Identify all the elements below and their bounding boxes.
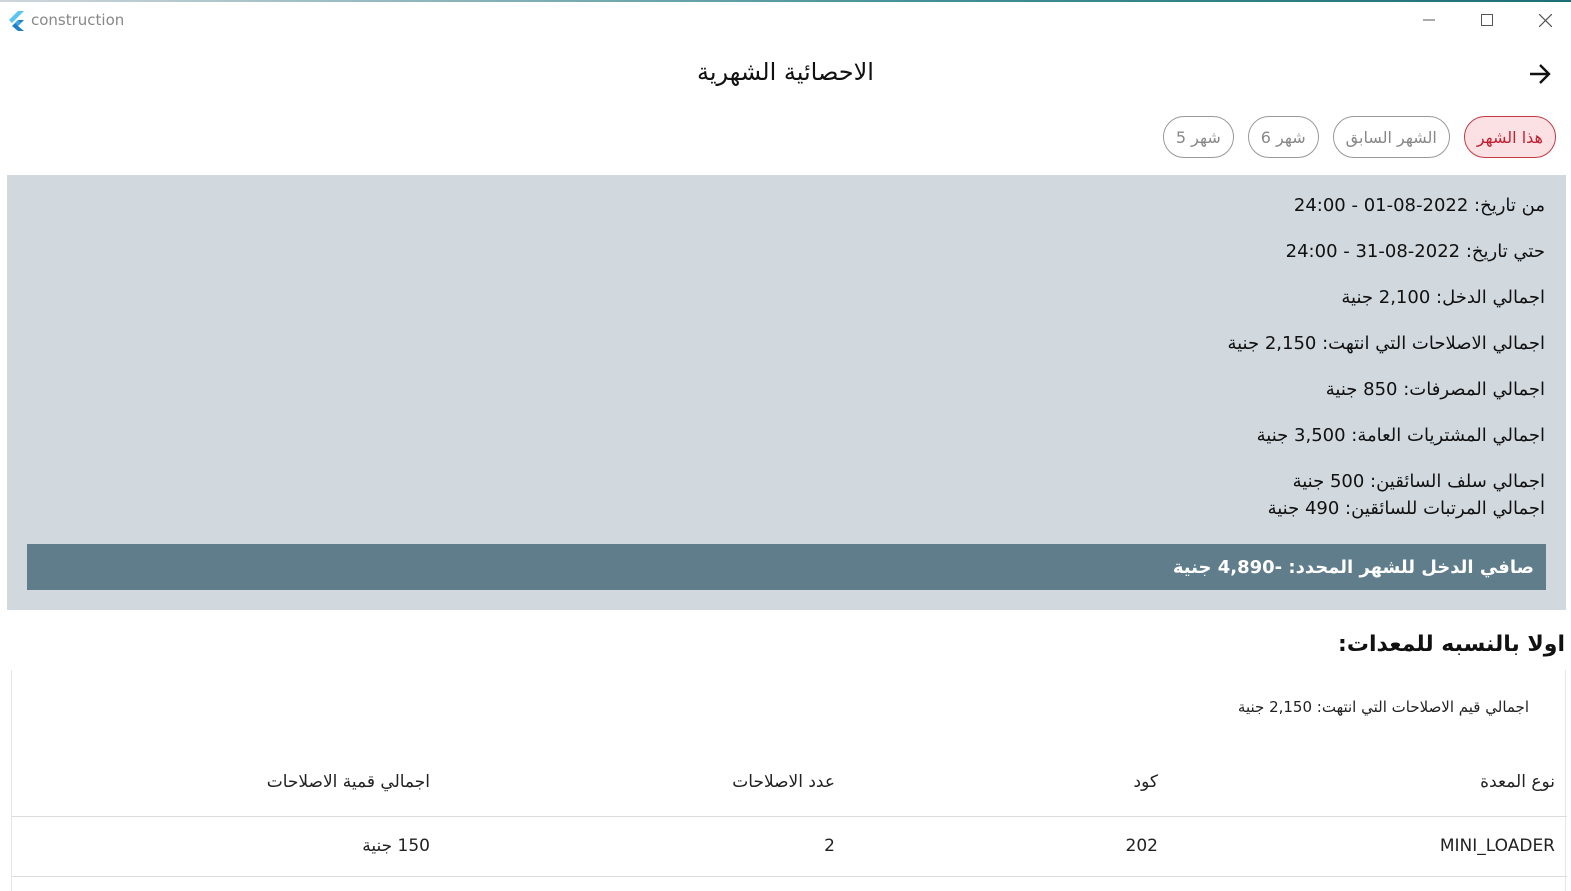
column-header-repairs-count: عدد الاصلاحات: [732, 772, 835, 792]
arrow-right-icon: [1530, 64, 1551, 84]
cell-repairs-count: 2: [824, 836, 835, 856]
close-icon: [1538, 13, 1552, 27]
net-income-text: صافي الدخل للشهر المحدد: -4,890 جنية: [1172, 556, 1534, 578]
cell-repairs-total: 150 جنية: [362, 836, 430, 856]
minimize-icon: [1423, 19, 1435, 21]
close-button[interactable]: [1516, 2, 1571, 38]
column-header-repairs-total: اجمالي قمية الاصلاحات: [266, 772, 430, 792]
period-filter-chips: هذا الشهر الشهر السابق شهر 6 شهر 5: [1162, 116, 1556, 158]
column-header-equipment-type: نوع المعدة: [1480, 772, 1555, 792]
header-divider: [12, 816, 1567, 817]
equipment-repairs-summary: اجمالي قيم الاصلاحات التي انتهت: 2,150 ج…: [1237, 698, 1529, 716]
maximize-button[interactable]: [1458, 2, 1516, 38]
flutter-logo-icon: [9, 11, 24, 31]
minimize-button[interactable]: [1400, 2, 1458, 38]
monthly-stats-panel: من تاريخ: 2022-08-01 - 24:00 حتي تاريخ: …: [7, 175, 1566, 610]
page-title: الاحصائية الشهرية: [697, 58, 874, 86]
stat-total-expenses: اجمالي المصرفات: 850 جنية: [1325, 379, 1545, 400]
stat-driver-advances: اجمالي سلف السائقين: 500 جنية: [1292, 471, 1545, 492]
chip-previous-month[interactable]: الشهر السابق: [1332, 116, 1450, 158]
chip-this-month[interactable]: هذا الشهر: [1463, 116, 1556, 158]
row-divider: [12, 876, 1567, 877]
maximize-icon: [1481, 14, 1493, 26]
stat-total-income: اجمالي الدخل: 2,100 جنية: [1341, 287, 1545, 308]
title-bar: construction: [0, 2, 1571, 38]
cell-equipment-type: MINI_LOADER: [1439, 836, 1555, 856]
stat-to-date: حتي تاريخ: 2022-08-31 - 24:00: [1285, 241, 1545, 262]
stat-driver-salaries: اجمالي المرتبات للسائقين: 490 جنية: [1267, 498, 1545, 519]
equipment-section-title: اولا بالنسبه للمعدات:: [1338, 632, 1565, 657]
chip-month-5[interactable]: شهر 5: [1162, 116, 1234, 158]
stat-total-purchases: اجمالي المشتريات العامة: 3,500 جنية: [1256, 425, 1545, 446]
net-income-bar: صافي الدخل للشهر المحدد: -4,890 جنية: [27, 544, 1546, 590]
stat-total-repairs: اجمالي الاصلاحات التي انتهت: 2,150 جنية: [1227, 333, 1545, 354]
cell-code: 202: [1125, 836, 1158, 856]
window-title: construction: [31, 11, 125, 29]
back-button[interactable]: [1524, 58, 1556, 90]
stat-from-date: من تاريخ: 2022-08-01 - 24:00: [1293, 195, 1545, 216]
chip-month-6[interactable]: شهر 6: [1247, 116, 1319, 158]
column-header-code: كود: [1133, 772, 1158, 792]
equipment-card: اجمالي قيم الاصلاحات التي انتهت: 2,150 ج…: [11, 670, 1567, 891]
